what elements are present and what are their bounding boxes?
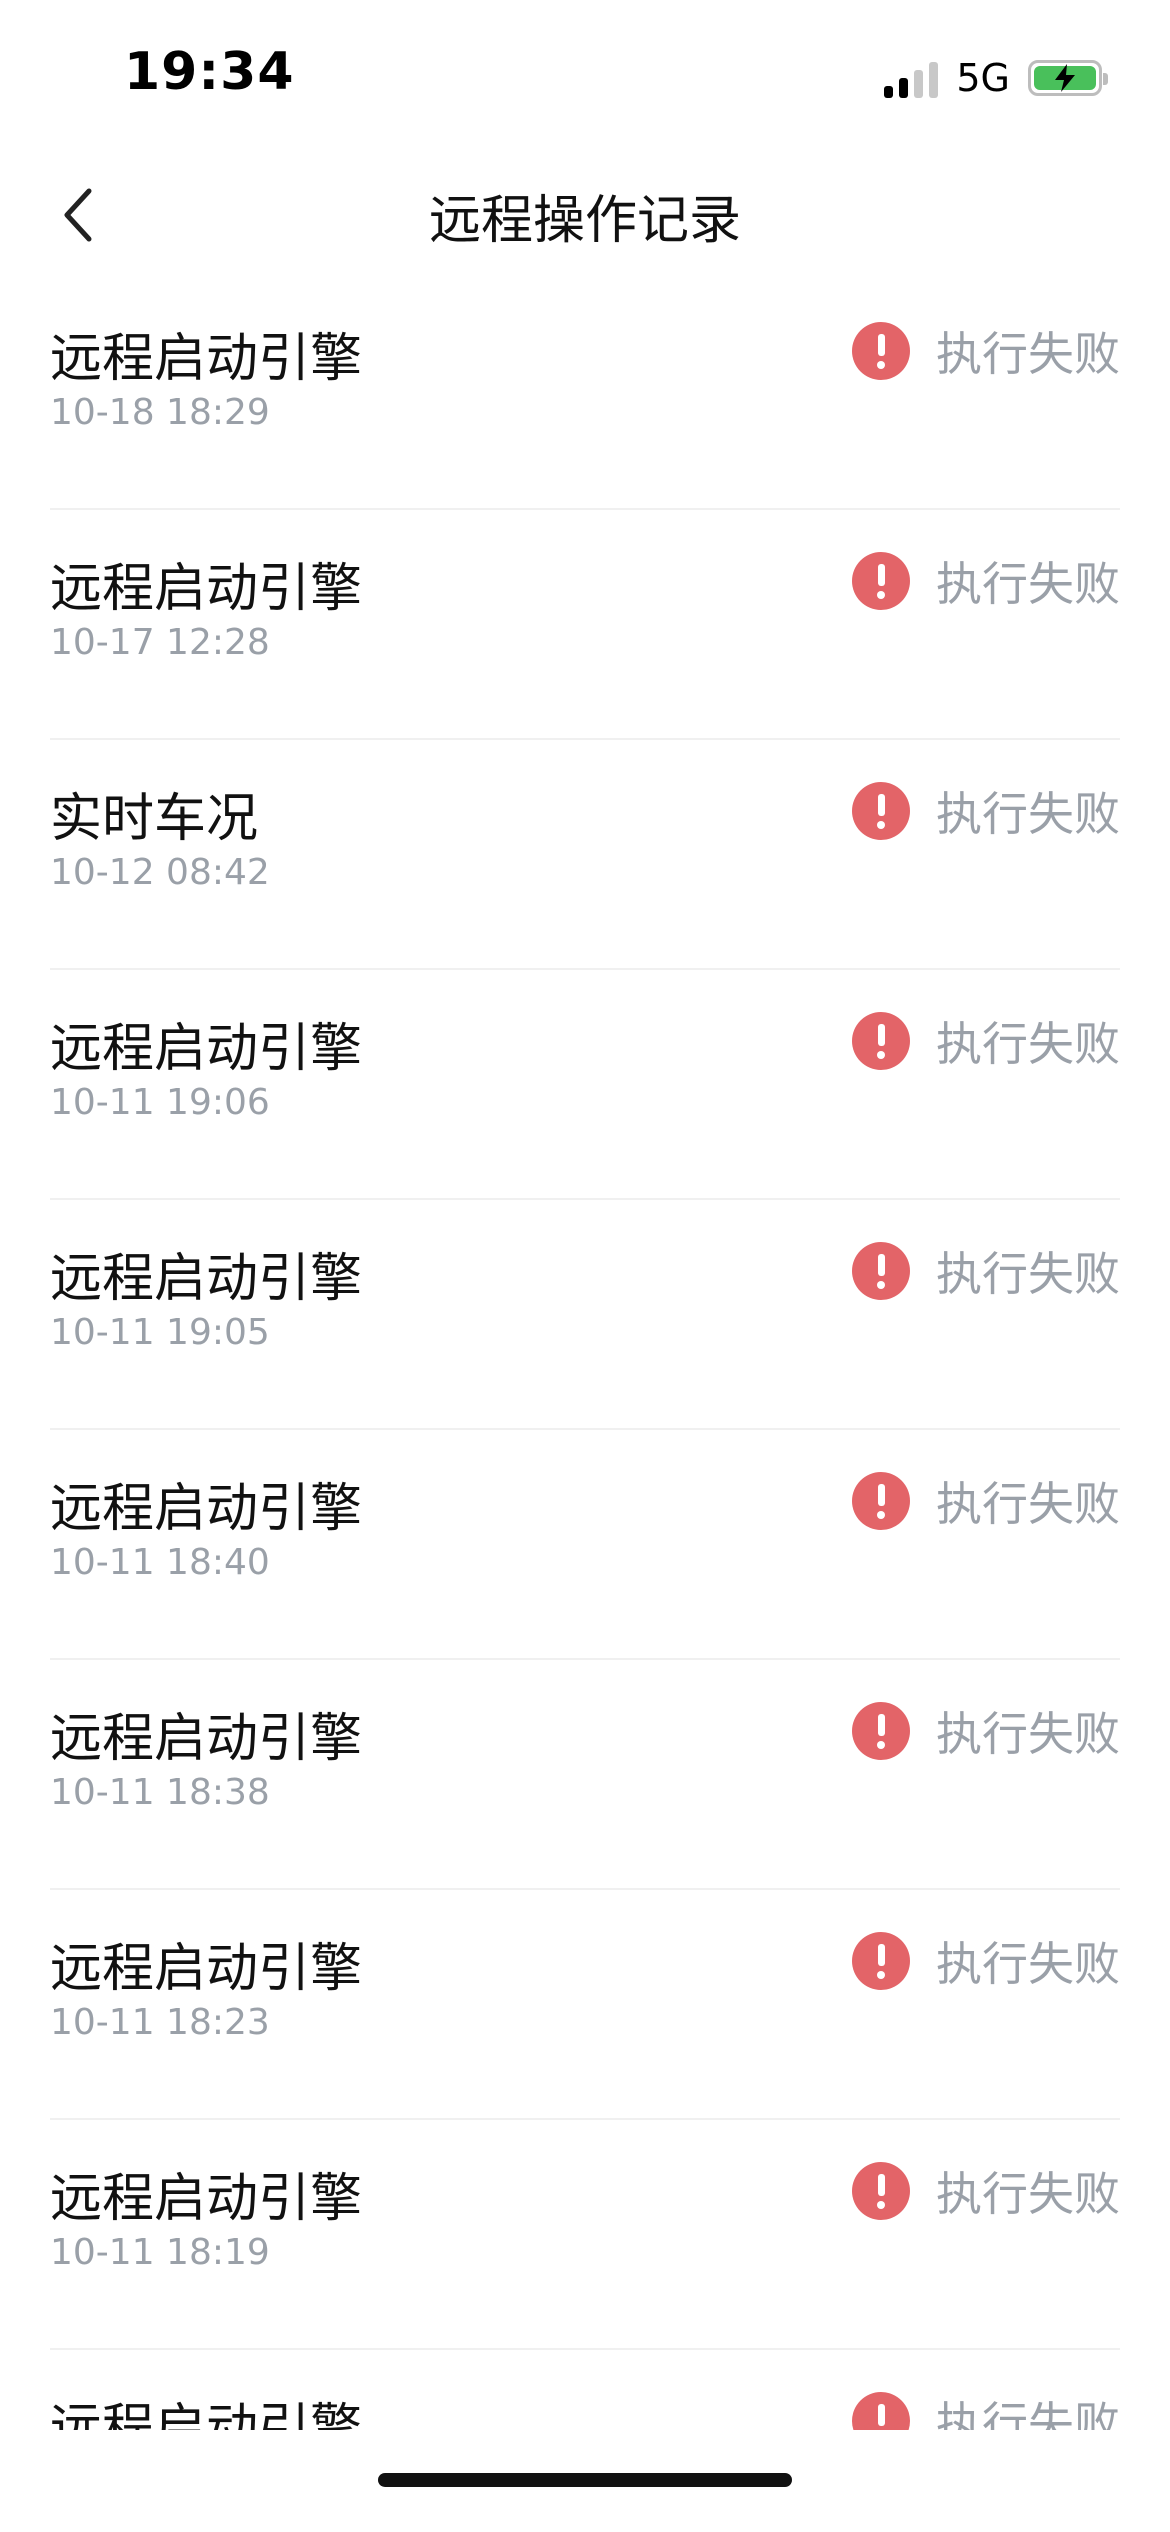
- error-icon: [852, 552, 910, 610]
- record-title: 远程启动引擎: [50, 1939, 363, 1999]
- record-time: 10-17 12:28: [50, 622, 270, 663]
- operation-record-list[interactable]: 远程启动引擎 10-18 18:29 执行失败 远程启动引擎 10-17 12:…: [0, 280, 1170, 2430]
- record-time: 10-11 18:19: [50, 2232, 270, 2273]
- error-icon: [852, 1932, 910, 1990]
- record-status: 执行失败: [852, 778, 1120, 844]
- record-title: 远程启动引擎: [50, 1249, 363, 1309]
- page-title: 远程操作记录: [428, 191, 741, 251]
- record-status: 执行失败: [852, 1468, 1120, 1534]
- status-text: 执行失败: [936, 787, 1120, 841]
- status-bar: 19:34 5G: [0, 0, 1170, 150]
- status-text: 执行失败: [936, 2167, 1120, 2221]
- record-row[interactable]: 远程启动引擎 执行失败: [50, 2350, 1120, 2430]
- record-row[interactable]: 远程启动引擎 10-11 19:05 执行失败: [50, 1200, 1120, 1430]
- record-title: 远程启动引擎: [50, 1019, 363, 1079]
- status-text: 执行失败: [936, 1247, 1120, 1301]
- status-time: 19:34: [124, 42, 295, 102]
- record-status: 执行失败: [852, 1698, 1120, 1764]
- status-text: 执行失败: [936, 1707, 1120, 1761]
- network-type: 5G: [956, 56, 1010, 100]
- record-time: 10-11 18:40: [50, 1542, 270, 1583]
- battery-icon: [1028, 60, 1108, 96]
- record-title: 远程启动引擎: [50, 2399, 363, 2430]
- nav-header: 远程操作记录: [0, 150, 1170, 280]
- record-status: 执行失败: [852, 1238, 1120, 1304]
- status-text: 执行失败: [936, 327, 1120, 381]
- record-row[interactable]: 远程启动引擎 10-11 18:38 执行失败: [50, 1660, 1120, 1890]
- record-time: 10-12 08:42: [50, 852, 270, 893]
- record-title: 远程启动引擎: [50, 2169, 363, 2229]
- record-title: 远程启动引擎: [50, 1709, 363, 1769]
- error-icon: [852, 1012, 910, 1070]
- error-icon: [852, 1472, 910, 1530]
- cellular-signal-icon: [884, 58, 939, 98]
- record-status: 执行失败: [852, 318, 1120, 384]
- record-title: 远程启动引擎: [50, 329, 363, 389]
- record-row[interactable]: 远程启动引擎 10-11 18:19 执行失败: [50, 2120, 1120, 2350]
- status-text: 执行失败: [936, 1937, 1120, 1991]
- error-icon: [852, 2162, 910, 2220]
- record-status: 执行失败: [852, 1008, 1120, 1074]
- record-title: 实时车况: [50, 789, 259, 849]
- record-row[interactable]: 实时车况 10-12 08:42 执行失败: [50, 740, 1120, 970]
- error-icon: [852, 2392, 910, 2430]
- home-indicator[interactable]: [378, 2473, 792, 2487]
- error-icon: [852, 1242, 910, 1300]
- record-row[interactable]: 远程启动引擎 10-18 18:29 执行失败: [50, 280, 1120, 510]
- charging-bolt-icon: [1055, 64, 1075, 92]
- record-time: 10-11 18:38: [50, 1772, 270, 1813]
- record-time: 10-18 18:29: [50, 392, 270, 433]
- record-row[interactable]: 远程启动引擎 10-11 18:40 执行失败: [50, 1430, 1120, 1660]
- record-row[interactable]: 远程启动引擎 10-17 12:28 执行失败: [50, 510, 1120, 740]
- record-row[interactable]: 远程启动引擎 10-11 18:23 执行失败: [50, 1890, 1120, 2120]
- error-icon: [852, 322, 910, 380]
- error-icon: [852, 1702, 910, 1760]
- status-indicators: 5G: [884, 52, 1108, 104]
- status-text: 执行失败: [936, 1017, 1120, 1071]
- battery-level: [1034, 64, 1096, 92]
- record-status: 执行失败: [852, 548, 1120, 614]
- record-time: 10-11 18:23: [50, 2002, 270, 2043]
- record-time: 10-11 19:06: [50, 1082, 270, 1123]
- record-title: 远程启动引擎: [50, 1479, 363, 1539]
- record-status: 执行失败: [852, 2388, 1120, 2430]
- record-title: 远程启动引擎: [50, 559, 363, 619]
- record-status: 执行失败: [852, 2158, 1120, 2224]
- status-text: 执行失败: [936, 557, 1120, 611]
- error-icon: [852, 782, 910, 840]
- record-time: 10-11 19:05: [50, 1312, 270, 1353]
- record-row[interactable]: 远程启动引擎 10-11 19:06 执行失败: [50, 970, 1120, 1200]
- status-text: 执行失败: [936, 1477, 1120, 1531]
- status-text: 执行失败: [936, 2397, 1120, 2430]
- record-status: 执行失败: [852, 1928, 1120, 1994]
